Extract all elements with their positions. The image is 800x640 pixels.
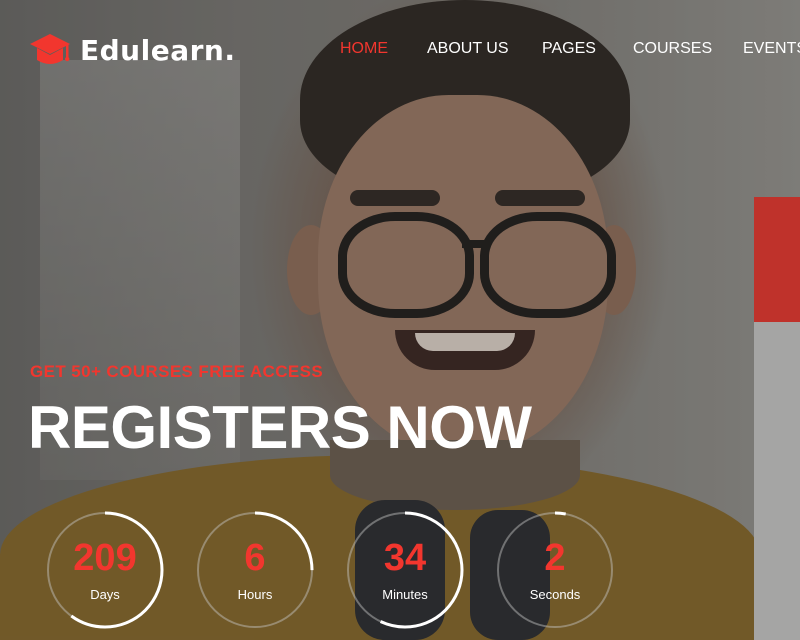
nav-events[interactable]: EVENTS — [743, 40, 800, 58]
countdown-hours: 6 Hours — [195, 510, 315, 630]
countdown-seconds: 2 Seconds — [495, 510, 615, 630]
nav-courses[interactable]: COURSES — [633, 40, 712, 58]
hero-section: Edulearn. HOME ABOUT US PAGES COURSES EV… — [0, 0, 800, 640]
nav-pages[interactable]: PAGES — [542, 40, 596, 58]
countdown-days-value: 209 — [73, 537, 137, 579]
site-logo[interactable]: Edulearn. — [28, 30, 235, 70]
promo-tagline: GET 50+ COURSES FREE ACCESS — [30, 362, 324, 381]
graduation-cap-icon — [30, 34, 70, 64]
countdown-hours-value: 6 — [244, 537, 266, 579]
nav-home[interactable]: HOME — [340, 40, 388, 58]
countdown-days: 209 Days — [45, 510, 165, 630]
countdown-minutes-value: 34 — [383, 537, 427, 579]
brand-name: Edulearn. — [80, 33, 236, 67]
countdown-seconds-value: 2 — [544, 537, 566, 579]
countdown-minutes: 34 Minutes — [345, 510, 465, 630]
countdown-hours-label: Hours — [237, 587, 273, 602]
countdown-seconds-label: Seconds — [529, 587, 581, 602]
countdown-minutes-label: Minutes — [382, 587, 428, 602]
nav-about-us[interactable]: ABOUT US — [427, 40, 509, 58]
hero-headline: REGISTERS NOW — [28, 394, 532, 461]
countdown-days-label: Days — [90, 587, 120, 602]
